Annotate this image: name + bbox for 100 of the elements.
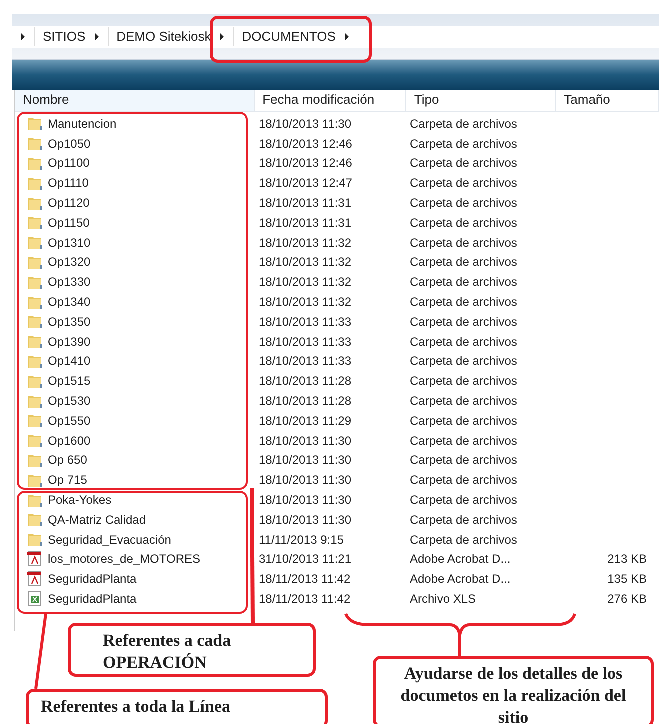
table-cell: 18/10/2013 11:30 xyxy=(259,512,352,527)
file-name[interactable]: Op1100 xyxy=(48,154,90,172)
folder-icon xyxy=(27,512,43,528)
folder-icon xyxy=(27,116,43,132)
folder-icon xyxy=(27,196,43,211)
file-name[interactable]: Op1350 xyxy=(48,312,91,331)
table-cell: Carpeta de archivos xyxy=(410,275,518,290)
table-cell: 18/10/2013 11:30 xyxy=(259,116,352,131)
callout-box: Ayudarse de los detalles de los documetos en la realización del sitio xyxy=(373,656,654,724)
column-header[interactable]: Fecha modificación xyxy=(254,90,406,111)
folder-icon xyxy=(27,314,43,330)
file-name[interactable]: Poka-Yokes xyxy=(48,491,112,510)
table-cell: 18/10/2013 12:47 xyxy=(259,176,352,190)
file-name[interactable]: Op1410 xyxy=(48,352,91,370)
folder-icon xyxy=(27,215,43,230)
table-cell: Carpeta de archivos xyxy=(410,314,518,329)
file-name[interactable]: Op1110 xyxy=(48,174,89,192)
table-cell: Carpeta de archivos xyxy=(410,414,518,428)
folder-icon xyxy=(27,136,43,152)
file-name[interactable]: Op1310 xyxy=(48,234,91,252)
table-cell: Carpeta de archivos xyxy=(410,453,518,468)
file-name[interactable]: Op1530 xyxy=(48,392,91,410)
file-name[interactable]: Op1120 xyxy=(48,194,90,212)
column-header[interactable]: Nombre xyxy=(15,90,255,111)
table-cell: 18/10/2013 11:30 xyxy=(259,493,352,508)
table-cell: Archivo XLS xyxy=(410,592,476,606)
arrow-icon[interactable] xyxy=(94,32,100,40)
folder-icon xyxy=(27,354,43,369)
table-cell: 276 KB xyxy=(608,592,647,606)
file-name[interactable]: Op 715 xyxy=(48,471,88,490)
folder-icon xyxy=(27,156,43,171)
table-cell: Carpeta de archivos xyxy=(410,156,518,170)
folder-icon xyxy=(27,334,43,350)
file-name[interactable]: Op1390 xyxy=(48,332,91,351)
table-cell: 18/10/2013 11:28 xyxy=(259,394,352,408)
column-header[interactable]: Tipo xyxy=(406,90,556,111)
folder-icon xyxy=(27,274,43,290)
table-cell: 18/10/2013 11:29 xyxy=(259,414,352,428)
file-name[interactable]: Op1340 xyxy=(48,293,91,312)
table-cell: Carpeta de archivos xyxy=(410,532,518,547)
table-cell: Carpeta de archivos xyxy=(410,512,518,527)
breadcrumb-item[interactable]: DEMO Sitekiosk xyxy=(108,26,212,46)
folder-icon xyxy=(27,433,43,448)
folder-icon xyxy=(27,532,43,548)
file-name[interactable]: SeguridadPlanta xyxy=(48,590,137,608)
table-cell: 18/10/2013 11:31 xyxy=(259,196,352,210)
breadcrumb-item[interactable]: SITIOS xyxy=(34,26,86,46)
breadcrumb-item[interactable]: DOCUMENTOS xyxy=(233,26,336,46)
table-cell: Carpeta de archivos xyxy=(410,216,518,230)
folder-icon xyxy=(27,374,43,389)
column-header[interactable]: Tamaño xyxy=(556,90,659,111)
folder-icon xyxy=(27,294,43,310)
file-name[interactable]: SeguridadPlanta xyxy=(48,570,137,588)
table-cell: 18/11/2013 11:42 xyxy=(259,572,351,586)
arrow-icon[interactable] xyxy=(219,32,226,40)
table-cell: 18/10/2013 11:33 xyxy=(259,314,352,329)
table-cell: Carpeta de archivos xyxy=(410,196,518,210)
table-cell: 18/10/2013 11:33 xyxy=(259,354,352,368)
table-cell: Adobe Acrobat D... xyxy=(410,552,511,566)
table-cell: 18/10/2013 11:31 xyxy=(259,216,352,230)
table-cell: Carpeta de archivos xyxy=(410,354,518,368)
table-cell: Carpeta de archivos xyxy=(410,116,518,131)
table-cell: Carpeta de archivos xyxy=(410,295,518,310)
table-cell: 18/10/2013 11:32 xyxy=(259,275,352,290)
file-name[interactable]: Op1050 xyxy=(48,134,91,153)
table-cell: 18/10/2013 11:28 xyxy=(259,374,352,388)
table-cell: 18/10/2013 11:30 xyxy=(259,434,352,448)
table-cell: Carpeta de archivos xyxy=(410,255,518,270)
table-cell: 18/10/2013 11:33 xyxy=(259,334,352,349)
folder-icon xyxy=(27,254,43,270)
file-name[interactable]: Op1330 xyxy=(48,273,91,292)
spreadsheet-icon xyxy=(27,591,43,608)
table-cell: Carpeta de archivos xyxy=(410,334,518,349)
file-name[interactable]: los_motores_de_MOTORES xyxy=(48,550,201,568)
folder-icon xyxy=(27,413,43,428)
pdf-icon xyxy=(27,551,43,568)
table-cell: 135 KB xyxy=(608,572,647,586)
file-name[interactable]: Op1550 xyxy=(48,412,91,430)
table-cell: 18/10/2013 11:30 xyxy=(259,453,352,468)
arrow-icon[interactable] xyxy=(344,32,350,40)
table-cell: 18/11/2013 11:42 xyxy=(259,592,351,606)
table-cell: 18/10/2013 11:32 xyxy=(259,255,352,270)
folder-icon xyxy=(27,176,43,191)
table-cell: Carpeta de archivos xyxy=(410,434,518,448)
folder-icon xyxy=(27,492,43,508)
callout-box: Referentes a cada OPERACIÓN xyxy=(68,623,316,677)
table-cell: 18/10/2013 12:46 xyxy=(259,156,352,170)
file-name[interactable]: QA-Matriz Calidad xyxy=(48,510,146,529)
file-name[interactable]: Op1150 xyxy=(48,214,90,232)
arrow-icon[interactable] xyxy=(20,32,26,40)
table-cell: 18/10/2013 11:30 xyxy=(259,473,352,488)
file-name[interactable]: Op 650 xyxy=(48,451,88,470)
table-cell: Carpeta de archivos xyxy=(410,176,518,190)
file-name[interactable]: Manutencion xyxy=(48,114,117,133)
file-name[interactable]: Op1320 xyxy=(48,253,91,272)
table-cell: Carpeta de archivos xyxy=(410,136,518,151)
pdf-icon xyxy=(27,571,43,588)
file-name[interactable]: Op1600 xyxy=(48,432,91,450)
file-name[interactable]: Op1515 xyxy=(48,372,91,390)
file-name[interactable]: Seguridad_Evacuación xyxy=(48,530,172,549)
